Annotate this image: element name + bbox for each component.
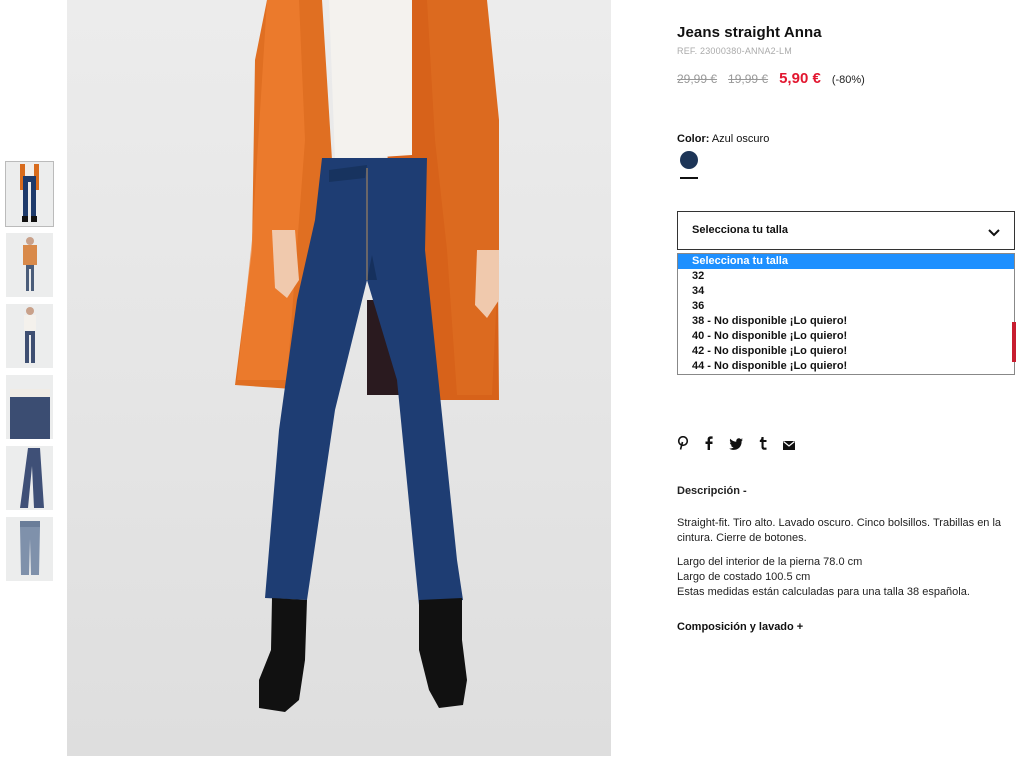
discount-badge: (-80%) [831,74,865,86]
size-option[interactable]: Selecciona tu talla [678,254,1014,269]
color-value: Azul oscuro [711,133,770,145]
old-price-1: 29,99 € [677,72,718,86]
size-select[interactable]: Selecciona tu talla [677,211,1015,250]
thumbnail-1[interactable] [5,161,54,227]
composition-heading[interactable]: Composición y lavado + [677,621,803,633]
sale-price: 5,90 € [779,70,821,87]
thumbnail-5[interactable] [6,446,53,510]
color-row: Color: Azul oscuro [677,133,1015,145]
share-bar [677,435,795,453]
thumbnail-6[interactable] [6,517,53,581]
description-text: Straight-fit. Tiro alto. Lavado oscuro. … [677,517,1002,544]
measure-side: Largo de costado 100.5 cm [677,571,811,583]
description-section: Descripción - Straight-fit. Tiro alto. L… [677,484,1015,600]
size-option[interactable]: 36 [678,299,1014,314]
thumbnail-2[interactable] [6,233,53,297]
size-option[interactable]: 34 [678,284,1014,299]
thumbnail-3[interactable] [6,304,53,368]
size-option[interactable]: 32 [678,269,1014,284]
facebook-icon[interactable] [705,436,713,453]
size-option[interactable]: 40 - No disponible ¡Lo quiero! [678,329,1014,344]
size-dropdown-list: Selecciona tu talla 32 34 36 38 - No dis… [677,253,1015,375]
pinterest-icon[interactable] [677,435,689,453]
product-title: Jeans straight Anna [677,24,822,41]
price-row: 29,99 € 19,99 € 5,90 € (-80%) [677,70,1015,87]
description-heading[interactable]: Descripción - [677,484,1015,499]
size-option[interactable]: 42 - No disponible ¡Lo quiero! [678,344,1014,359]
swatch-selected-indicator [680,177,698,179]
measure-inseam: Largo del interior de la pierna 78.0 cm [677,556,863,568]
mail-icon[interactable] [783,437,795,453]
add-to-bag-button-edge[interactable] [1012,322,1016,362]
color-swatch-azul-oscuro[interactable] [680,151,698,169]
product-ref: REF. 23000380-ANNA2-LM [677,46,792,56]
color-label: Color: [677,133,710,145]
product-main-image [67,0,611,756]
chevron-down-icon [988,224,1000,240]
old-price-2: 19,99 € [728,72,769,86]
thumbnail-4[interactable] [6,375,53,439]
product-info: Jeans straight Anna REF. 23000380-ANNA2-… [677,24,1015,375]
size-option[interactable]: 38 - No disponible ¡Lo quiero! [678,314,1014,329]
size-select-value: Selecciona tu talla [692,224,788,236]
size-option[interactable]: 44 - No disponible ¡Lo quiero! [678,359,1014,374]
tumblr-icon[interactable] [759,436,767,453]
thumbnail-list [5,161,54,588]
measure-note: Estas medidas están calculadas para una … [677,586,970,598]
twitter-icon[interactable] [729,437,743,453]
